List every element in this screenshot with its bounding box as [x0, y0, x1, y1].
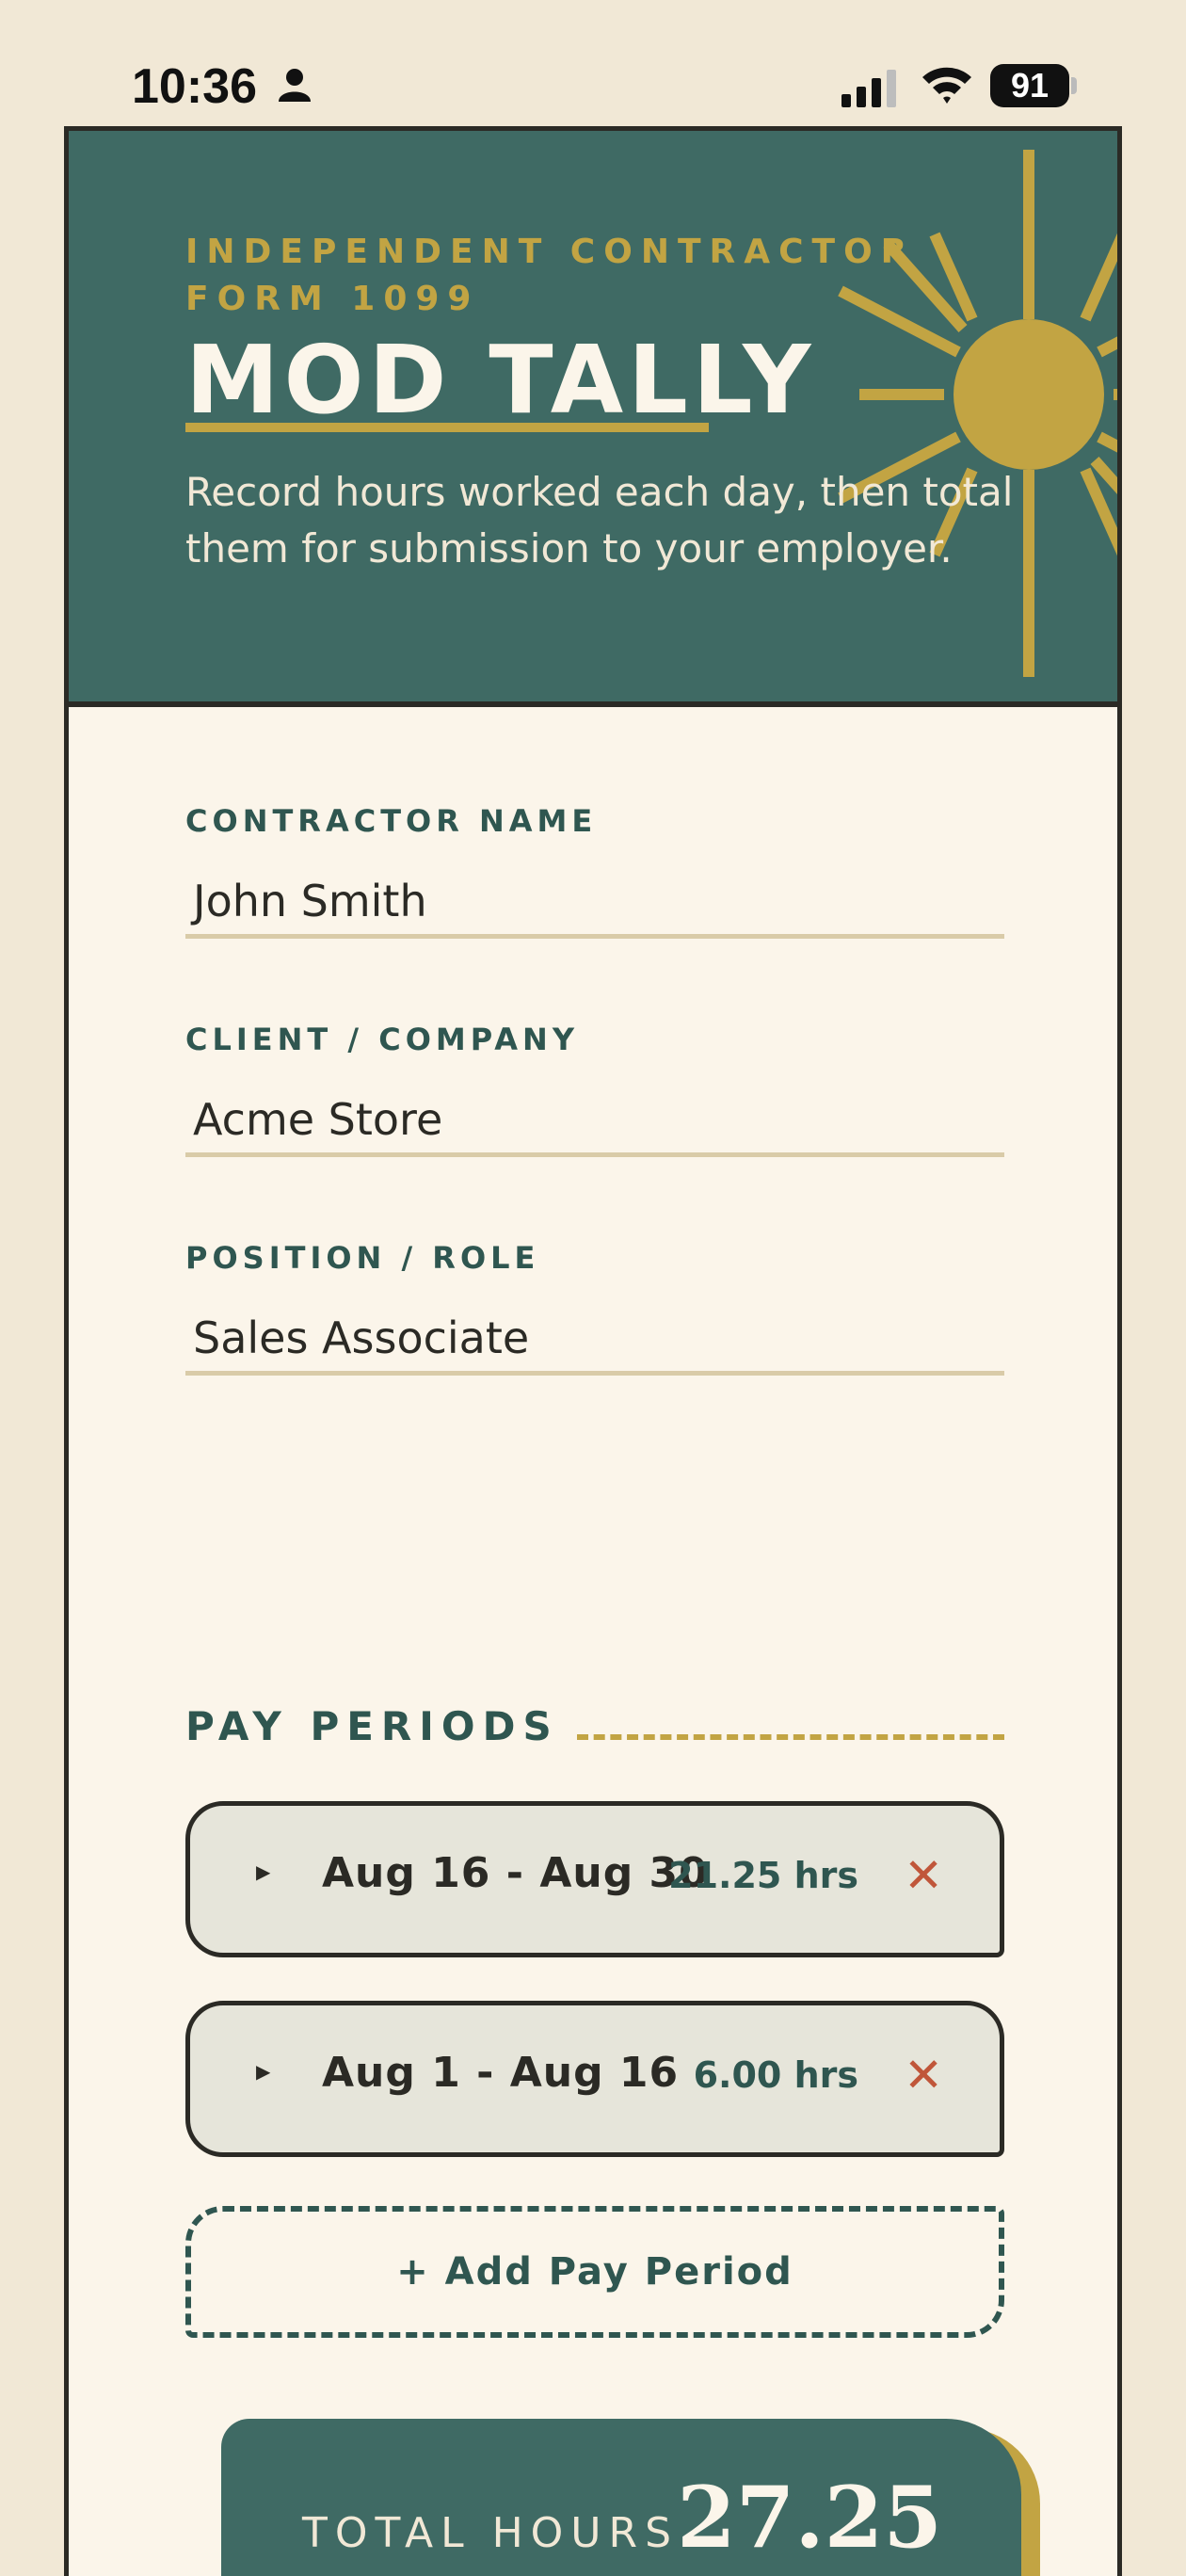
pay-period-hours: 21.25 hrs: [668, 1855, 858, 1896]
cellular-signal-icon: [841, 70, 896, 107]
contractor-name-input[interactable]: John Smith: [185, 863, 1004, 939]
form-card: INDEPENDENT CONTRACTOR FORM 1099 MOD TAL…: [64, 126, 1122, 2576]
status-bar: 10:36 91: [0, 0, 1186, 128]
total-hours-value: 27.25: [677, 2468, 942, 2568]
add-pay-period-button[interactable]: + Add Pay Period: [185, 2206, 1004, 2338]
app-title: MOD TALLY: [185, 325, 816, 435]
battery-cap: [1071, 77, 1077, 94]
position-input[interactable]: Sales Associate: [185, 1300, 1004, 1376]
pay-period-item[interactable]: ▶ Aug 16 - Aug 30 21.25 hrs ✕: [185, 1801, 1004, 1957]
total-hours-label: TOTAL HOURS: [302, 2509, 679, 2557]
title-underline: [185, 423, 709, 432]
contractor-name-label: CONTRACTOR NAME: [185, 803, 598, 839]
pay-period-range: Aug 1 - Aug 16: [322, 2049, 680, 2097]
client-input[interactable]: Acme Store: [185, 1082, 1004, 1157]
pay-period-hours: 6.00 hrs: [693, 2054, 858, 2096]
position-label: POSITION / ROLE: [185, 1240, 540, 1276]
form-eyebrow: INDEPENDENT CONTRACTOR FORM 1099: [185, 233, 916, 318]
person-icon: [279, 69, 311, 102]
app-subtitle: Record hours worked each day, then total…: [185, 469, 1014, 572]
total-hours-panel: TOTAL HOURS 27.25: [221, 2419, 1021, 2576]
expand-caret-icon[interactable]: ▶: [256, 1860, 270, 1883]
pay-periods-title: PAY PERIODS: [185, 1703, 559, 1749]
header-banner: INDEPENDENT CONTRACTOR FORM 1099 MOD TAL…: [69, 131, 1117, 707]
pay-period-range: Aug 16 - Aug 30: [322, 1849, 709, 1897]
remove-period-icon[interactable]: ✕: [904, 1847, 943, 1904]
client-label: CLIENT / COMPANY: [185, 1022, 579, 1057]
remove-period-icon[interactable]: ✕: [904, 2047, 943, 2103]
wifi-icon: [922, 67, 971, 104]
expand-caret-icon[interactable]: ▶: [256, 2060, 270, 2083]
battery-icon: 91: [990, 64, 1069, 107]
pay-periods-divider: [577, 1734, 1004, 1740]
pay-period-item[interactable]: ▶ Aug 1 - Aug 16 6.00 hrs ✕: [185, 2001, 1004, 2157]
status-time: 10:36: [132, 59, 257, 114]
